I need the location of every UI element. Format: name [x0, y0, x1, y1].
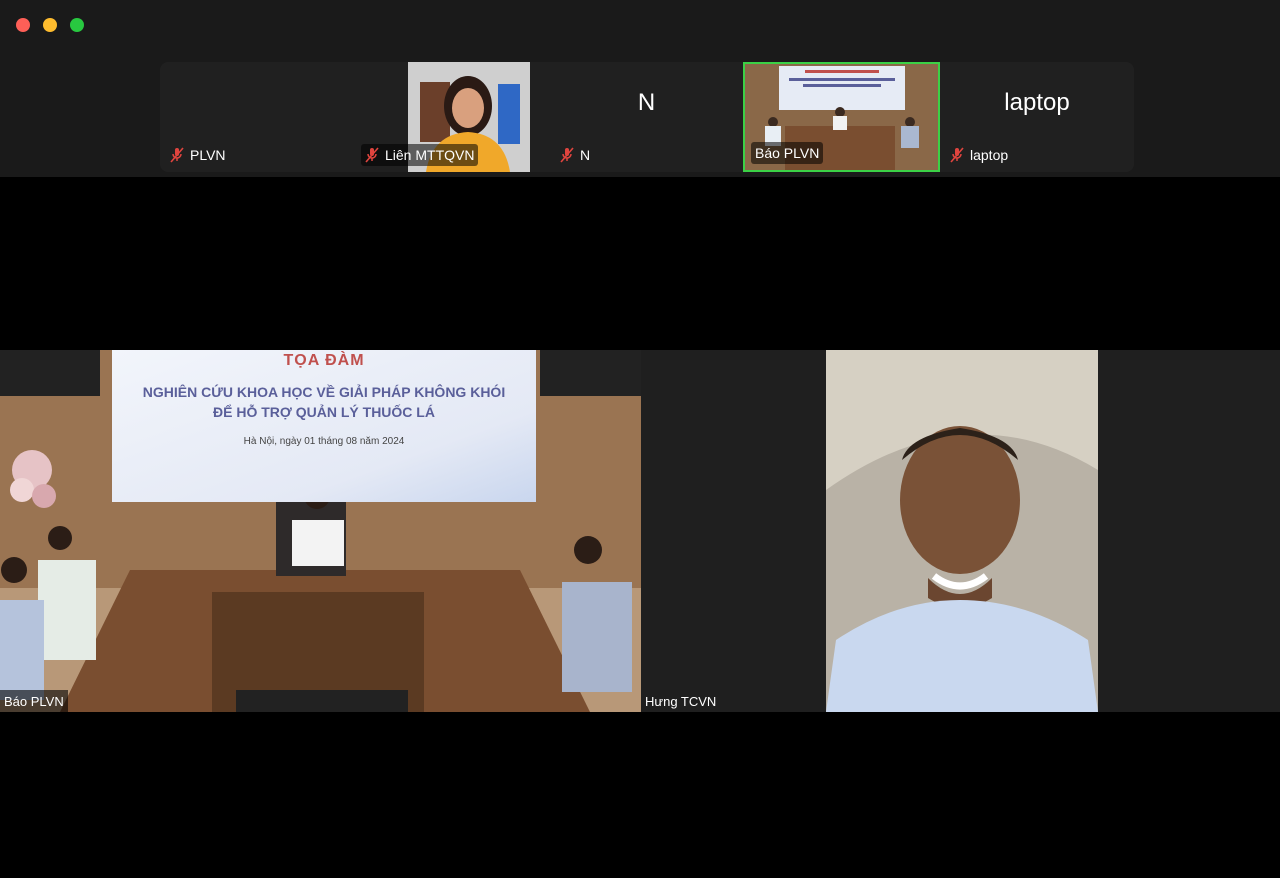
mic-muted-icon [950, 147, 964, 163]
participant-tile-laptop[interactable]: laptop laptop [940, 62, 1134, 172]
participant-tile-n[interactable]: N N [550, 62, 743, 172]
participant-tile-plvn[interactable]: PLVN [160, 62, 355, 172]
participant-tile-bao-plvn[interactable]: Báo PLVN [743, 62, 940, 172]
mic-muted-icon [365, 147, 379, 163]
man-portrait-image [826, 350, 1098, 712]
banner-subtitle: NGHIÊN CỨU KHOA HỌC VỀ GIẢI PHÁP KHÔNG K… [112, 382, 536, 422]
participant-video-feed [826, 350, 1098, 712]
banner-date: Hà Nội, ngày 01 tháng 08 năm 2024 [243, 436, 405, 447]
banner-title: TỌA ĐÀM [283, 352, 365, 369]
participant-name: Liên MTTQVN [385, 147, 475, 163]
minimize-window-button[interactable] [43, 18, 57, 32]
mic-muted-icon [170, 147, 184, 163]
mic-muted-icon [560, 147, 574, 163]
participant-name-tag: N [556, 144, 594, 166]
participant-tile-lien[interactable]: Liên MTTQVN [355, 62, 550, 172]
participant-name-tag: Liên MTTQVN [361, 144, 479, 166]
participant-name: PLVN [190, 147, 226, 163]
close-window-button[interactable] [16, 18, 30, 32]
main-video-hung-tcvn[interactable]: Hưng TCVN [641, 350, 1280, 712]
event-banner: TỌA ĐÀM NGHIÊN CỨU KHOA HỌC VỀ GIẢI PHÁP… [112, 350, 536, 502]
participant-initial-label: laptop [1004, 89, 1070, 116]
banner-line-1: NGHIÊN CỨU KHOA HỌC VỀ GIẢI PHÁP KHÔNG K… [142, 384, 506, 400]
participant-name: Báo PLVN [755, 145, 820, 161]
main-video-name-tag: Báo PLVN [0, 690, 68, 712]
zoom-window-button[interactable] [70, 18, 84, 32]
participant-name-tag: Báo PLVN [751, 142, 824, 164]
participant-name-tag: laptop [946, 144, 1012, 166]
participant-name-tag: PLVN [166, 144, 230, 166]
participant-name: N [580, 147, 591, 163]
main-video-name-tag: Hưng TCVN [645, 693, 717, 709]
participant-initial-label: N [637, 89, 656, 116]
participant-name: laptop [970, 147, 1009, 163]
banner-line-2: ĐỂ HỖ TRỢ QUẢN LÝ THUỐC LÁ [213, 404, 435, 420]
main-video-bao-plvn[interactable]: TỌA ĐÀM NGHIÊN CỨU KHOA HỌC VỀ GIẢI PHÁP… [0, 350, 641, 712]
